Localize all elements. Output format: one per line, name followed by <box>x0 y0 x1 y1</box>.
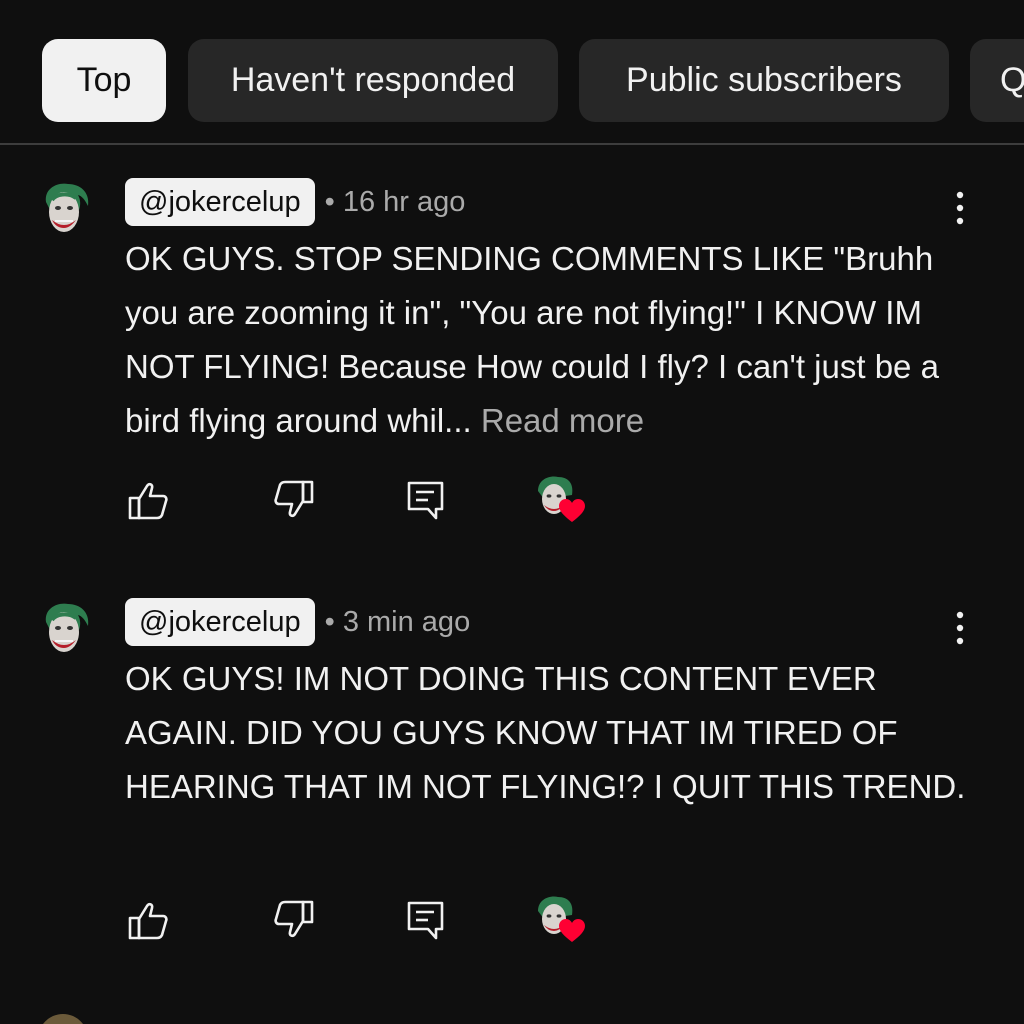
chip-partial[interactable]: Q <box>970 39 1024 122</box>
thumb-up-icon[interactable] <box>126 898 170 942</box>
reply-icon[interactable] <box>404 478 448 522</box>
comment-actions <box>0 896 1024 958</box>
comment-text-body: OK GUYS! IM NOT DOING THIS CONTENT EVER … <box>125 660 966 805</box>
read-more-link[interactable]: Read more <box>481 402 644 439</box>
comment-meta: @jokercelup • 16 hr ago <box>125 178 465 226</box>
comment-text: OK GUYS. STOP SENDING COMMENTS LIKE "Bru… <box>125 232 985 448</box>
more-vert-icon[interactable] <box>950 610 970 646</box>
avatar[interactable] <box>38 600 92 658</box>
filter-chip-bar: Top Haven't responded Public subscribers… <box>42 39 1024 122</box>
divider <box>0 143 1024 145</box>
thumb-up-icon[interactable] <box>126 478 170 522</box>
heart-icon <box>558 498 586 529</box>
thumb-down-icon[interactable] <box>272 898 316 942</box>
thumb-down-icon[interactable] <box>272 478 316 522</box>
avatar[interactable] <box>38 1014 88 1024</box>
chip-havent-responded[interactable]: Haven't responded <box>188 39 558 122</box>
comment-actions <box>0 476 1024 538</box>
heart-icon <box>558 918 586 949</box>
timestamp: • 16 hr ago <box>324 185 466 218</box>
more-vert-icon[interactable] <box>950 190 970 226</box>
author-name[interactable]: @jokercelup <box>125 178 315 226</box>
chip-top[interactable]: Top <box>42 39 166 122</box>
timestamp: • 3 min ago <box>324 605 471 638</box>
author-name[interactable]: @jokercelup <box>125 598 315 646</box>
comment-meta: @jokercelup • 3 min ago <box>125 598 470 646</box>
chip-public-subscribers[interactable]: Public subscribers <box>579 39 949 122</box>
comment-text: OK GUYS! IM NOT DOING THIS CONTENT EVER … <box>125 652 985 814</box>
avatar[interactable] <box>38 180 92 238</box>
comments-screen: Top Haven't responded Public subscribers… <box>0 0 1024 1024</box>
reply-icon[interactable] <box>404 898 448 942</box>
